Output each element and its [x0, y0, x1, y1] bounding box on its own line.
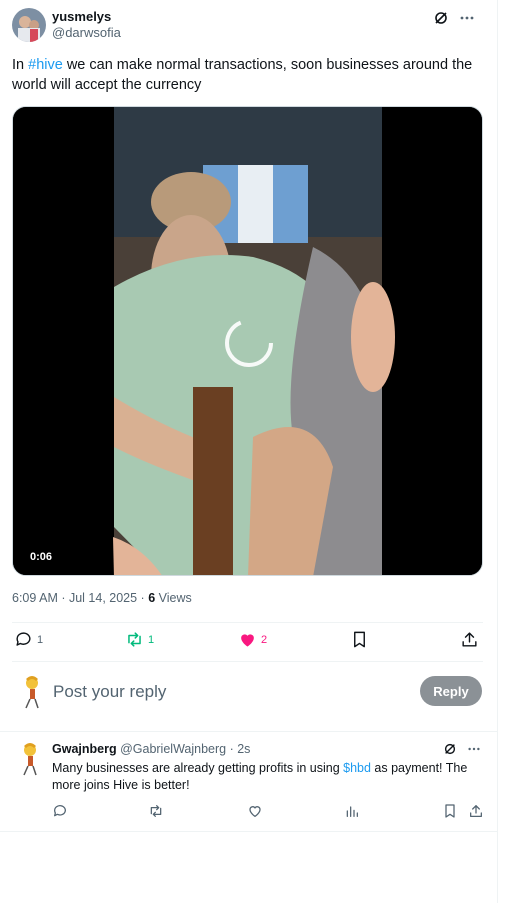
bookmark-button[interactable]	[350, 630, 369, 649]
reply-button[interactable]: 1	[14, 630, 43, 649]
comment-actions	[52, 803, 487, 821]
comment-like-button[interactable]	[247, 803, 263, 824]
comment-bookmark-button[interactable]	[442, 803, 458, 824]
comment-reply-button[interactable]	[52, 803, 68, 824]
user-avatar	[25, 676, 39, 709]
reply-count: 1	[37, 633, 44, 646]
more-icon[interactable]	[467, 742, 481, 761]
repost-count: 1	[148, 633, 155, 646]
comment-analytics-button[interactable]	[344, 803, 360, 824]
hashtag-link[interactable]: #hive	[28, 57, 63, 73]
video-duration: 0:06	[25, 549, 58, 565]
comment-share-button[interactable]	[468, 803, 484, 824]
video-frame	[13, 107, 482, 575]
divider	[0, 731, 497, 732]
post-text-after: we can make normal transactions, soon bu…	[12, 57, 473, 93]
views-label: Views	[155, 591, 192, 605]
like-count: 2	[261, 633, 268, 646]
comment-time[interactable]: · 2s	[226, 742, 251, 756]
divider	[0, 831, 497, 832]
comment-author-handle[interactable]: @GabrielWajnberg	[120, 742, 226, 756]
comment[interactable]: Gwajnberg @GabrielWajnberg · 2s Many bus…	[0, 733, 497, 831]
divider	[12, 622, 483, 623]
repost-button[interactable]: 1	[125, 630, 154, 649]
more-icon[interactable]	[459, 10, 475, 31]
comment-header: Gwajnberg @GabrielWajnberg · 2s	[52, 742, 250, 756]
like-button[interactable]: 2	[238, 630, 267, 649]
post-timestamp[interactable]: 6:09 AM · Jul 14, 2025 ·	[12, 591, 148, 605]
comment-text-before: Many businesses are already getting prof…	[52, 761, 344, 775]
share-icon	[470, 805, 482, 817]
comment-repost-button[interactable]	[148, 803, 164, 824]
author-handle[interactable]: @darwsofia	[52, 25, 121, 41]
bookmark-icon	[445, 804, 455, 818]
analytics-icon	[346, 806, 358, 817]
bookmark-icon	[354, 631, 365, 648]
divider	[12, 661, 483, 662]
avatar[interactable]	[12, 8, 46, 42]
grok-icon[interactable]	[433, 10, 449, 31]
avatar[interactable]	[16, 741, 44, 777]
grok-icon[interactable]	[443, 742, 457, 761]
post-meta: 6:09 AM · Jul 14, 2025 · 6 Views	[12, 591, 192, 605]
right-border	[497, 0, 521, 903]
like-icon	[249, 806, 261, 818]
comment-author-name[interactable]: Gwajnberg	[52, 742, 117, 756]
post-actions: 1 1 2	[14, 630, 484, 654]
author-name[interactable]: yusmelys	[52, 9, 121, 25]
reply-icon	[54, 805, 66, 817]
like-icon	[241, 634, 254, 647]
post-text-before: In	[12, 57, 29, 73]
share-icon	[462, 632, 477, 647]
video-player[interactable]: 0:06	[12, 106, 483, 576]
cashtag-link[interactable]: $hbd	[343, 761, 371, 775]
reply-input[interactable]: Post your reply	[53, 682, 166, 702]
reply-composer: Post your reply Reply	[12, 672, 483, 712]
share-button[interactable]	[460, 630, 479, 649]
post-text: In #hive we can make normal transactions…	[12, 55, 487, 95]
reply-icon	[16, 632, 31, 646]
repost-icon	[150, 805, 162, 817]
reply-submit-button[interactable]: Reply	[420, 676, 482, 706]
comment-text: Many businesses are already getting prof…	[52, 760, 484, 794]
post-author[interactable]: yusmelys @darwsofia	[12, 8, 121, 42]
repost-icon	[128, 632, 141, 647]
